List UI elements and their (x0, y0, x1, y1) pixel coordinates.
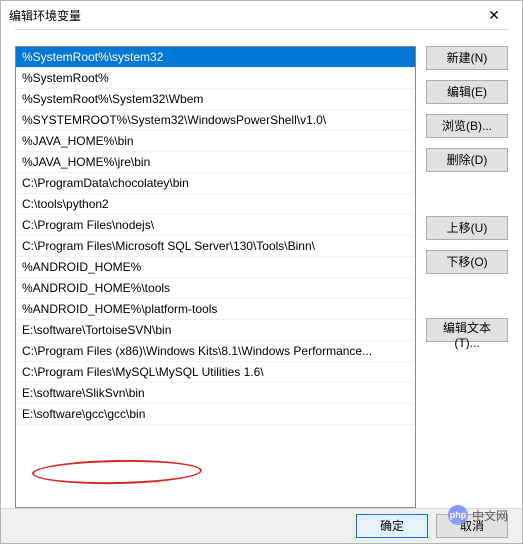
content-area: %SystemRoot%\system32 %SystemRoot% %Syst… (1, 30, 522, 508)
list-item[interactable]: %SystemRoot%\System32\Wbem (16, 89, 415, 110)
list-item[interactable]: C:\Program Files (x86)\Windows Kits\8.1\… (16, 341, 415, 362)
edit-button[interactable]: 编辑(E) (426, 80, 508, 104)
spacer (426, 182, 508, 206)
close-icon[interactable]: ✕ (474, 1, 514, 29)
list-item[interactable]: %ANDROID_HOME%\platform-tools (16, 299, 415, 320)
delete-button[interactable]: 删除(D) (426, 148, 508, 172)
list-item[interactable]: %JAVA_HOME%\jre\bin (16, 152, 415, 173)
path-listbox[interactable]: %SystemRoot%\system32 %SystemRoot% %Syst… (15, 46, 416, 508)
list-item[interactable]: %SystemRoot%\system32 (16, 47, 415, 68)
move-down-button[interactable]: 下移(O) (426, 250, 508, 274)
window-title: 编辑环境变量 (9, 7, 474, 24)
titlebar: 编辑环境变量 ✕ (1, 1, 522, 29)
list-item[interactable]: C:\Program Files\nodejs\ (16, 215, 415, 236)
spacer (426, 284, 508, 308)
cancel-button[interactable]: 取消 (436, 514, 508, 538)
list-item[interactable]: C:\ProgramData\chocolatey\bin (16, 173, 415, 194)
list-item[interactable]: %JAVA_HOME%\bin (16, 131, 415, 152)
list-item[interactable]: E:\software\gcc\gcc\bin (16, 404, 415, 425)
edit-text-button[interactable]: 编辑文本(T)... (426, 318, 508, 342)
list-item[interactable]: C:\tools\python2 (16, 194, 415, 215)
list-item[interactable]: E:\software\TortoiseSVN\bin (16, 320, 415, 341)
list-item[interactable]: C:\Program Files\MySQL\MySQL Utilities 1… (16, 362, 415, 383)
new-button[interactable]: 新建(N) (426, 46, 508, 70)
list-item[interactable]: %ANDROID_HOME%\tools (16, 278, 415, 299)
footer: 确定 取消 (1, 508, 522, 543)
move-up-button[interactable]: 上移(U) (426, 216, 508, 240)
list-item[interactable]: E:\software\SlikSvn\bin (16, 383, 415, 404)
button-column: 新建(N) 编辑(E) 浏览(B)... 删除(D) 上移(U) 下移(O) 编… (426, 46, 508, 508)
list-item[interactable]: %ANDROID_HOME% (16, 257, 415, 278)
list-item[interactable]: %SYSTEMROOT%\System32\WindowsPowerShell\… (16, 110, 415, 131)
browse-button[interactable]: 浏览(B)... (426, 114, 508, 138)
list-item[interactable]: %SystemRoot% (16, 68, 415, 89)
ok-button[interactable]: 确定 (356, 514, 428, 538)
list-item[interactable]: C:\Program Files\Microsoft SQL Server\13… (16, 236, 415, 257)
dialog-window: 编辑环境变量 ✕ %SystemRoot%\system32 %SystemRo… (0, 0, 523, 544)
highlight-annotation-icon (32, 458, 202, 485)
